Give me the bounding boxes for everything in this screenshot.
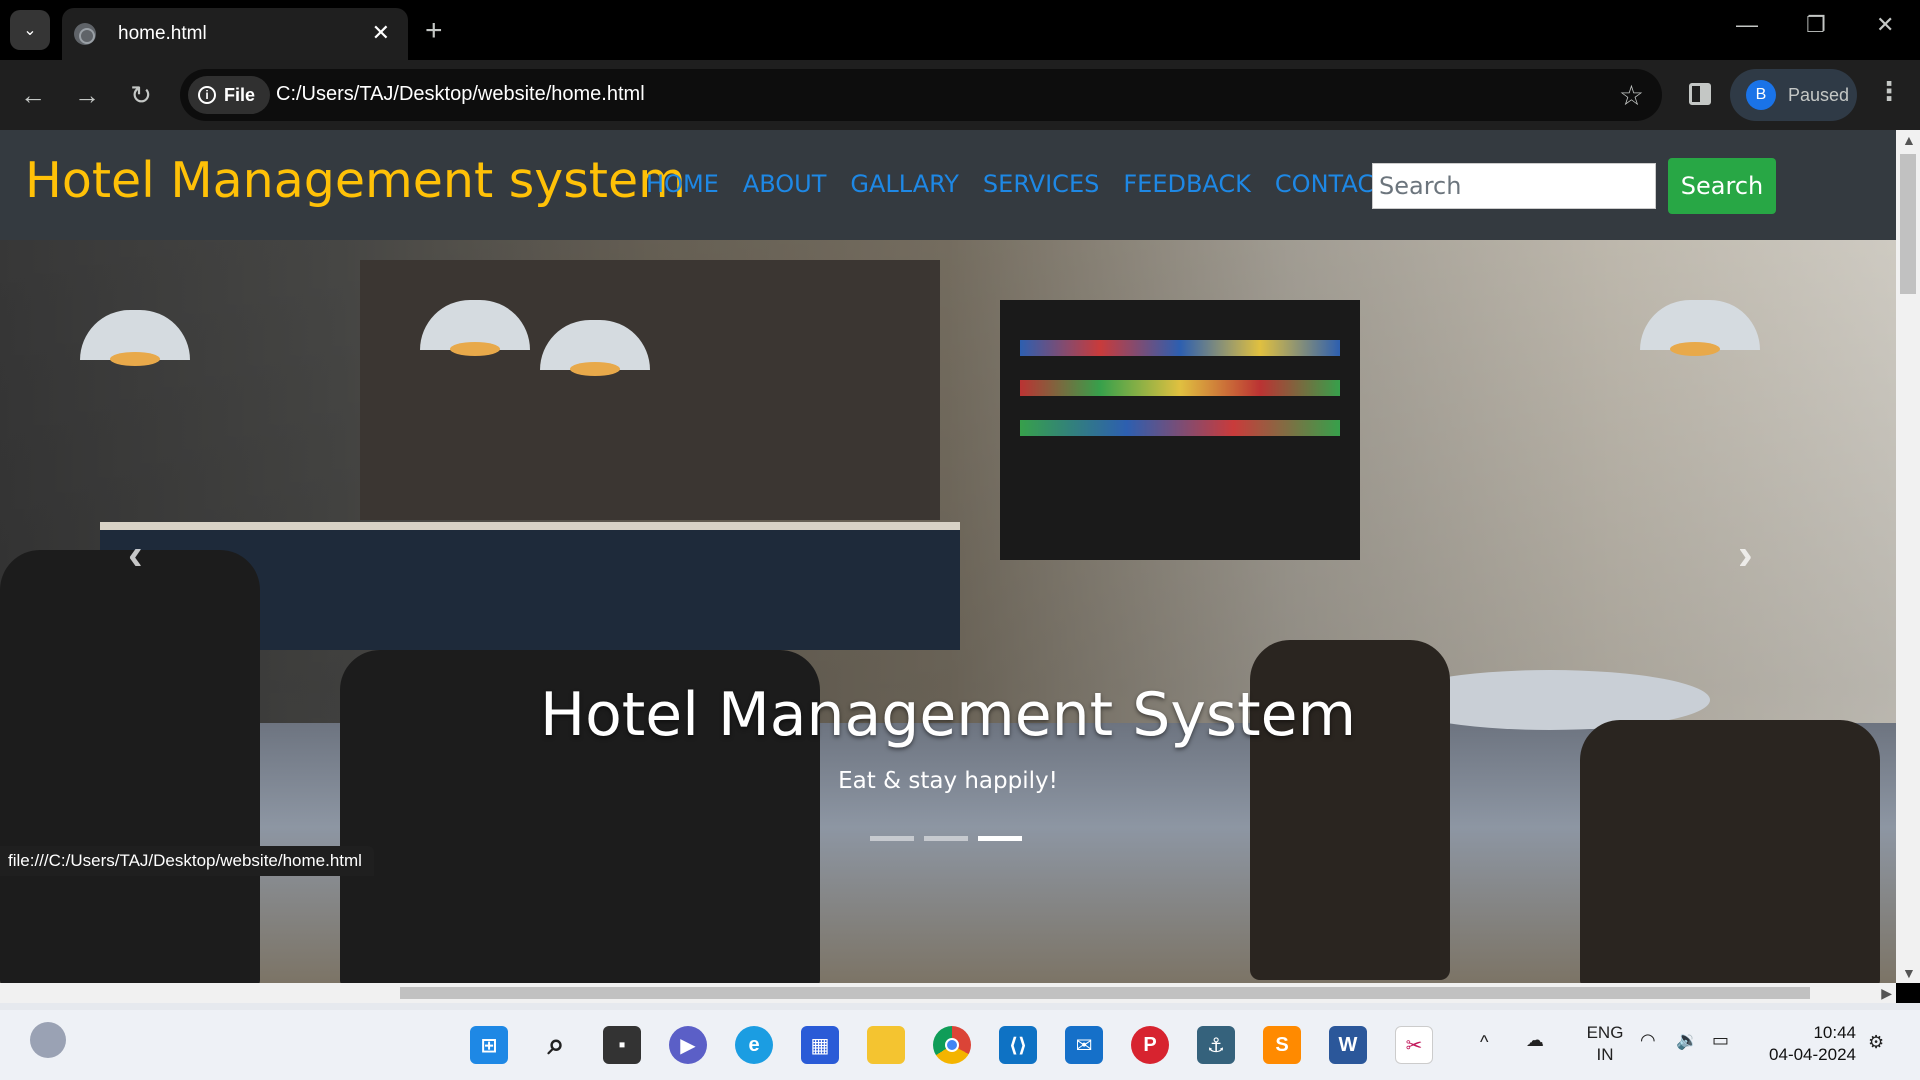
tab-title: home.html	[118, 23, 207, 44]
chrome-icon[interactable]	[933, 1026, 971, 1064]
word-icon[interactable]: W	[1329, 1026, 1367, 1064]
file-explorer-icon[interactable]	[867, 1026, 905, 1064]
scroll-down-icon[interactable]: ▼	[1902, 965, 1916, 981]
scene-chair	[0, 550, 260, 983]
snipping-tool-icon[interactable]: ✂	[1395, 1026, 1433, 1064]
windows-taskbar: ⊞ ⌕ ▪ ▶ e ▦ ⟨⟩ ✉ P ⚓ S W ✂ ^ ☁ ENG IN ◠ …	[0, 1010, 1920, 1080]
side-panel-icon[interactable]	[1689, 83, 1711, 105]
new-tab-button[interactable]: +	[425, 14, 443, 48]
scroll-up-icon[interactable]: ▲	[1902, 132, 1916, 148]
language-code: ENG	[1586, 1023, 1624, 1042]
nav-links: HOME ABOUT GALLARY SERVICES FEEDBACK CON…	[646, 170, 1429, 198]
reload-icon[interactable]: ↻	[124, 78, 158, 112]
nav-link-services[interactable]: SERVICES	[983, 170, 1099, 198]
browser-toolbar: ← → ↻ i File C:/Users/TAJ/Desktop/websit…	[0, 60, 1920, 130]
globe-icon	[74, 23, 96, 45]
search-button[interactable]: Search	[1668, 158, 1776, 214]
carousel-next-icon[interactable]: ›	[1738, 530, 1753, 580]
profile-button[interactable]: B Paused	[1730, 69, 1857, 121]
chevron-down-icon: ⌄	[23, 22, 37, 39]
restore-icon[interactable]: ❐	[1806, 12, 1826, 38]
store-icon[interactable]: ▦	[801, 1026, 839, 1064]
tab-search-button[interactable]: ⌄	[10, 10, 50, 50]
url-text[interactable]: C:/Users/TAJ/Desktop/website/home.html	[276, 83, 645, 106]
language-indicator[interactable]: ENG IN	[1580, 1022, 1630, 1066]
nav-link-home[interactable]: HOME	[646, 170, 719, 198]
volume-icon[interactable]: 🔉	[1676, 1030, 1698, 1051]
close-window-icon[interactable]: ✕	[1876, 12, 1894, 38]
chevron-up-icon[interactable]: ^	[1480, 1032, 1488, 1053]
chrome-center	[945, 1038, 959, 1052]
carousel-caption-title: Hotel Management System	[539, 680, 1357, 750]
language-region: IN	[1596, 1045, 1614, 1064]
status-bar-url: file:///C:/Users/TAJ/Desktop/website/hom…	[0, 846, 374, 876]
site-navbar: Hotel Management system HOME ABOUT GALLA…	[0, 130, 1896, 240]
scene-chair	[1580, 720, 1880, 983]
forward-icon[interactable]: →	[70, 78, 104, 112]
sublime-text-icon[interactable]: S	[1263, 1026, 1301, 1064]
bookmark-star-icon[interactable]: ☆	[1619, 79, 1644, 112]
info-icon: i	[198, 86, 216, 104]
mysql-workbench-icon[interactable]: ⚓	[1197, 1026, 1235, 1064]
nav-link-about[interactable]: ABOUT	[743, 170, 827, 198]
clock-date: 04-04-2024	[1769, 1045, 1856, 1064]
scene-shelf-items	[1020, 420, 1340, 436]
browser-tab-bar: ⌄ home.html ✕ + — ❐ ✕	[0, 0, 1920, 60]
site-info-chip[interactable]: i File	[188, 76, 270, 114]
scene-lamp	[80, 310, 190, 366]
avatar: B	[1746, 80, 1776, 110]
search-input[interactable]: Search	[1372, 163, 1656, 209]
battery-icon[interactable]: ▭	[1712, 1030, 1729, 1051]
scene-shelf-items	[1020, 340, 1340, 356]
scroll-right-icon[interactable]: ▶	[1881, 985, 1892, 1002]
more-menu-icon[interactable]: ⋮	[1876, 76, 1902, 107]
vscode-icon[interactable]: ⟨⟩	[999, 1026, 1037, 1064]
horizontal-scroll-thumb[interactable]	[400, 987, 1810, 999]
pinterest-icon[interactable]: P	[1131, 1026, 1169, 1064]
edge-icon[interactable]: e	[735, 1026, 773, 1064]
windows-start-icon[interactable]: ⊞	[470, 1026, 508, 1064]
back-icon[interactable]: ←	[16, 78, 50, 112]
desktop-strip	[0, 1003, 1920, 1010]
scene-lamp	[1640, 300, 1760, 356]
nav-link-feedback[interactable]: FEEDBACK	[1123, 170, 1251, 198]
weather-icon[interactable]	[30, 1022, 66, 1058]
carousel-indicators	[870, 836, 1022, 841]
carousel-indicator[interactable]	[978, 836, 1022, 841]
task-view-icon[interactable]: ▪	[603, 1026, 641, 1064]
profile-status: Paused	[1788, 84, 1850, 105]
tab-close-icon[interactable]: ✕	[372, 20, 390, 46]
carousel-prev-icon[interactable]: ‹	[128, 530, 143, 580]
teams-icon[interactable]: ▶	[669, 1026, 707, 1064]
onedrive-icon[interactable]: ☁	[1526, 1030, 1544, 1051]
minimize-icon[interactable]: —	[1736, 12, 1758, 38]
carousel-caption-subtitle: Eat & stay happily!	[838, 768, 1058, 794]
site-brand[interactable]: Hotel Management system	[25, 152, 686, 209]
scene-shelf	[360, 260, 940, 520]
address-bar[interactable]: i File C:/Users/TAJ/Desktop/website/home…	[180, 69, 1662, 121]
mail-icon[interactable]: ✉	[1065, 1026, 1103, 1064]
vertical-scroll-thumb[interactable]	[1900, 154, 1916, 294]
search-icon[interactable]: ⌕	[537, 1026, 575, 1064]
vertical-scrollbar[interactable]: ▲ ▼	[1896, 130, 1920, 983]
clock-time: 10:44	[1813, 1023, 1856, 1042]
horizontal-scrollbar[interactable]: ▶	[0, 983, 1896, 1003]
browser-tab[interactable]: home.html ✕	[62, 8, 408, 60]
nav-link-gallary[interactable]: GALLARY	[850, 170, 959, 198]
carousel-indicator[interactable]	[924, 836, 968, 841]
notification-icon[interactable]: ⚙	[1868, 1032, 1884, 1053]
scene-shelf-items	[1020, 380, 1340, 396]
system-clock[interactable]: 10:44 04-04-2024	[1760, 1022, 1856, 1066]
wifi-icon[interactable]: ◠	[1640, 1030, 1656, 1051]
site-chip-label: File	[224, 84, 256, 105]
carousel-indicator[interactable]	[870, 836, 914, 841]
